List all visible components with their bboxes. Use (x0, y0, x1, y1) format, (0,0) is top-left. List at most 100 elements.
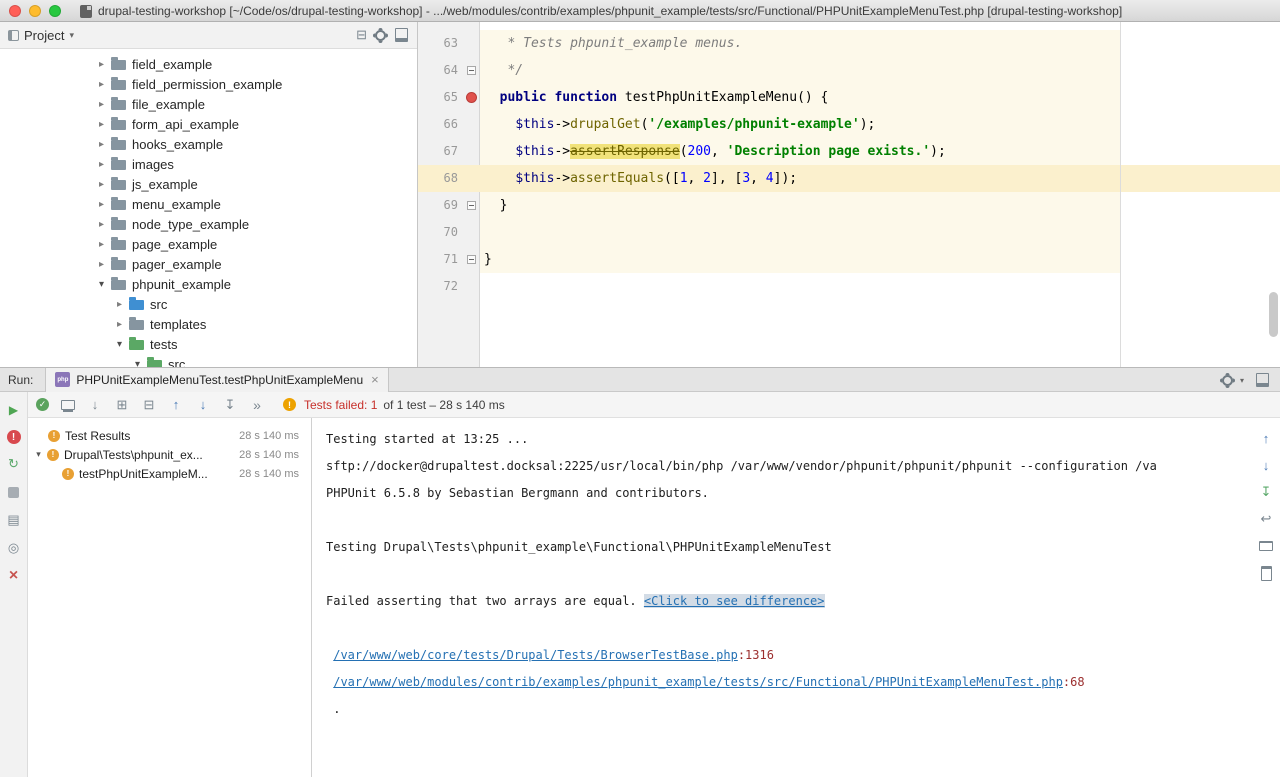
project-tree-item-src[interactable]: ▸src (0, 294, 417, 314)
code-text: $this->assertResponse(200, 'Description … (480, 138, 946, 165)
down-stack-trace-icon[interactable]: ↓ (1258, 457, 1274, 473)
export-test-results-icon[interactable]: ↧ (1258, 484, 1274, 500)
console[interactable]: Testing started at 13:25 ...sftp://docke… (312, 418, 1280, 777)
test-failed-gutter-icon[interactable] (466, 92, 477, 103)
editor-scrollbar[interactable] (1269, 292, 1278, 337)
editor[interactable]: 63 * Tests phpunit_example menus.64 */65… (418, 22, 1280, 367)
project-tree-item-pager_example[interactable]: ▸pager_example (0, 254, 417, 274)
chevron-down-icon[interactable]: ▾ (32, 449, 45, 460)
rerun-tests-icon[interactable]: ▶ (6, 402, 22, 418)
more-actions-icon[interactable]: » (249, 397, 265, 413)
code-line-70[interactable]: 70 (418, 219, 1280, 246)
pin-tab-icon[interactable]: ◎ (6, 540, 22, 556)
close-tab-icon[interactable]: × (371, 372, 379, 387)
code-line-63[interactable]: 63 * Tests phpunit_example menus. (418, 30, 1280, 57)
code-text: $this->assertEquals([1, 2], [3, 4]); (480, 165, 797, 192)
code-token: , (750, 171, 766, 186)
line-number: 69 (418, 192, 462, 219)
chevron-right-icon[interactable]: ▸ (95, 179, 108, 190)
chevron-right-icon[interactable]: ▸ (95, 219, 108, 230)
console-link[interactable]: <Click to see difference> (644, 594, 825, 608)
soft-wrap-icon[interactable]: ↩ (1258, 511, 1274, 527)
code-line-71[interactable]: 71} (418, 246, 1280, 273)
chevron-right-icon[interactable]: ▸ (95, 59, 108, 70)
project-tree-item-file_example[interactable]: ▸file_example (0, 94, 417, 114)
close-window-button[interactable] (9, 5, 21, 17)
code-line-69[interactable]: 69 } (418, 192, 1280, 219)
project-tree-item-menu_example[interactable]: ▸menu_example (0, 194, 417, 214)
show-passed-icon[interactable]: ✓ (36, 398, 49, 411)
hide-panel-icon[interactable] (393, 27, 409, 43)
code-line-72[interactable]: 72 (418, 273, 1280, 300)
stop-icon[interactable] (6, 484, 22, 500)
project-tree-item-templates[interactable]: ▸templates (0, 314, 417, 334)
gear-icon[interactable] (372, 27, 388, 43)
code-line-65[interactable]: 65 public function testPhpUnitExampleMen… (418, 84, 1280, 111)
chevron-down-icon[interactable]: ▾ (113, 339, 126, 350)
test-tree-item[interactable]: testPhpUnitExampleM...28 s 140 ms (28, 464, 311, 483)
code-line-64[interactable]: 64 */ (418, 57, 1280, 84)
chevron-down-icon[interactable]: ▾ (69, 30, 74, 41)
project-item-label: phpunit_example (132, 277, 231, 292)
close-icon[interactable]: × (6, 568, 22, 584)
project-tree-item-hooks_example[interactable]: ▸hooks_example (0, 134, 417, 154)
chevron-right-icon[interactable]: ▸ (113, 319, 126, 330)
project-tree-item-tests[interactable]: ▾tests (0, 334, 417, 354)
next-failed-test-icon[interactable]: ↓ (195, 397, 211, 413)
restore-layout-icon[interactable]: ▤ (6, 512, 22, 528)
chevron-right-icon[interactable]: ▸ (113, 299, 126, 310)
test-tree-item[interactable]: Test Results28 s 140 ms (28, 426, 311, 445)
fold-icon[interactable] (467, 255, 476, 264)
clear-all-icon[interactable] (1258, 565, 1274, 581)
console-link[interactable]: /var/www/web/core/tests/Drupal/Tests/Bro… (333, 648, 738, 662)
chevron-right-icon[interactable]: ▸ (95, 99, 108, 110)
chevron-down-icon[interactable]: ▾ (95, 279, 108, 290)
expand-all-icon[interactable]: ⊞ (114, 397, 130, 413)
code-line-68[interactable]: 68 $this->assertEquals([1, 2], [3, 4]); (418, 165, 1280, 192)
project-tree-item-src[interactable]: ▾src (0, 354, 417, 367)
project-tree-item-node_type_example[interactable]: ▸node_type_example (0, 214, 417, 234)
title-bar[interactable]: drupal-testing-workshop [~/Code/os/drupa… (0, 0, 1280, 22)
code-line-67[interactable]: 67 $this->assertResponse(200, 'Descripti… (418, 138, 1280, 165)
code-text: public function testPhpUnitExampleMenu()… (480, 84, 828, 111)
chevron-right-icon[interactable]: ▸ (95, 259, 108, 270)
previous-failed-test-icon[interactable]: ↑ (168, 397, 184, 413)
zoom-window-button[interactable] (49, 5, 61, 17)
toggle-auto-test-icon[interactable]: ↻ (6, 456, 22, 472)
console-link[interactable]: /var/www/web/modules/contrib/examples/ph… (333, 675, 1063, 689)
chevron-right-icon[interactable]: ▸ (95, 239, 108, 250)
rerun-failed-tests-icon[interactable]: ! (7, 430, 21, 444)
chevron-right-icon[interactable]: ▸ (95, 119, 108, 130)
chevron-right-icon[interactable]: ▸ (95, 79, 108, 90)
project-tree-item-phpunit_example[interactable]: ▾ phpunit_example (0, 274, 417, 294)
project-panel-title[interactable]: Project (24, 28, 64, 43)
up-stack-trace-icon[interactable]: ↑ (1258, 430, 1274, 446)
tests-failed-icon (283, 398, 296, 411)
print-icon[interactable] (1258, 538, 1274, 554)
chevron-right-icon[interactable]: ▸ (95, 159, 108, 170)
chevron-right-icon[interactable]: ▸ (95, 199, 108, 210)
test-tree-item[interactable]: ▾Drupal\Tests\phpunit_ex...28 s 140 ms (28, 445, 311, 464)
fold-icon[interactable] (467, 66, 476, 75)
chevron-down-icon[interactable]: ▾ (131, 359, 144, 368)
show-ignored-icon[interactable] (60, 397, 76, 413)
project-tree-item-field_permission_example[interactable]: ▸field_permission_example (0, 74, 417, 94)
collapse-all-icon[interactable]: ⊟ (141, 397, 157, 413)
project-tree-item-images[interactable]: ▸images (0, 154, 417, 174)
hide-panel-icon[interactable] (1254, 372, 1270, 388)
project-tree-item-form_api_example[interactable]: ▸form_api_example (0, 114, 417, 134)
minimize-window-button[interactable] (29, 5, 41, 17)
project-tree-item-field_example[interactable]: ▸field_example (0, 54, 417, 74)
collapse-all-icon[interactable]: ⊟ (356, 27, 367, 43)
gear-icon[interactable] (1220, 372, 1236, 388)
code-line-66[interactable]: 66 $this->drupalGet('/examples/phpunit-e… (418, 111, 1280, 138)
run-tab[interactable]: php PHPUnitExampleMenuTest.testPhpUnitEx… (45, 368, 388, 392)
fold-icon[interactable] (467, 201, 476, 210)
line-number: 68 (418, 165, 462, 192)
import-test-results-icon[interactable]: ↧ (222, 397, 238, 413)
chevron-right-icon[interactable]: ▸ (95, 139, 108, 150)
console-text: . (326, 702, 340, 716)
sort-by-duration-icon[interactable]: ↓ (87, 397, 103, 413)
project-tree-item-page_example[interactable]: ▸page_example (0, 234, 417, 254)
project-tree-item-js_example[interactable]: ▸js_example (0, 174, 417, 194)
